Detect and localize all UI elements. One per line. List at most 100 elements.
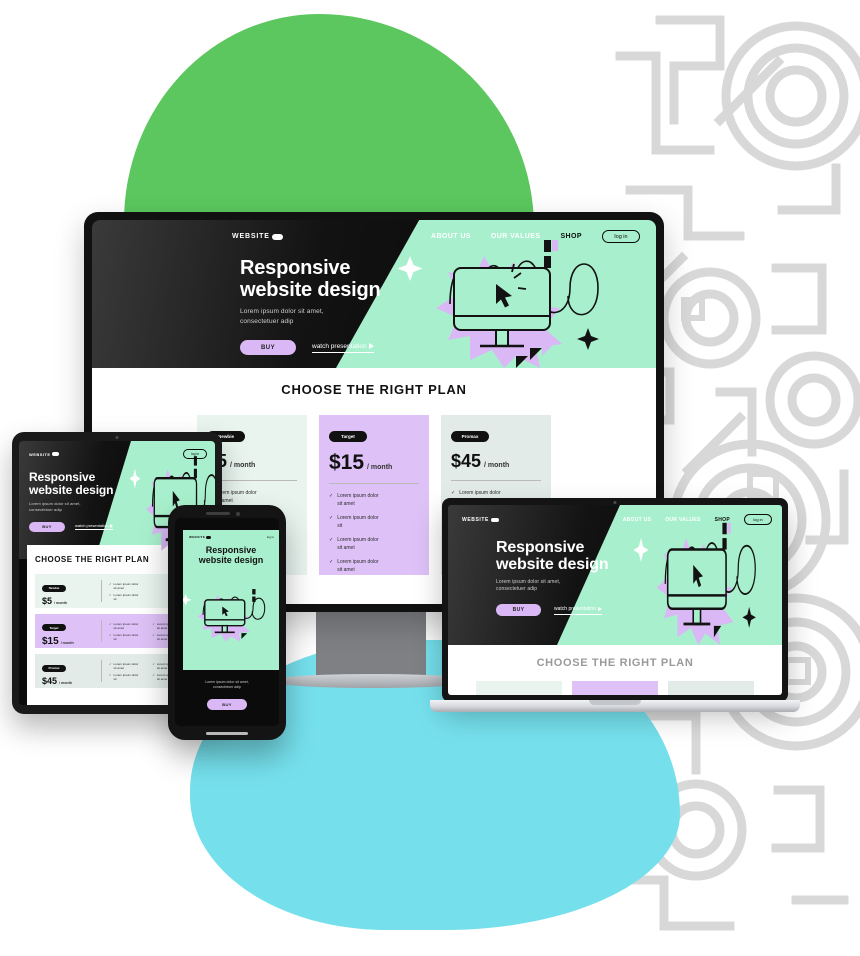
nav-item-shop[interactable]: SHOP [715, 517, 730, 523]
hero-cta-row: BUY watch presentation [29, 521, 154, 532]
plan-feature: ✓ Lorem ipsum dolor sit [109, 593, 138, 601]
plan-card-target[interactable]: Target $15 / month ✓ Lorem ipsum dolor si… [319, 415, 429, 575]
nav-item-about-us[interactable]: ABOUT US [431, 233, 471, 240]
plan-badge: Newbie [42, 584, 66, 592]
feature-line-1: Lorem ipsum dolor [337, 493, 379, 499]
phone-home-indicator[interactable] [206, 731, 248, 735]
feature-line-2: sit amet [156, 665, 168, 670]
login-link[interactable]: log in [267, 535, 274, 539]
check-icon: ✓ [152, 672, 155, 677]
watch-presentation-link[interactable]: watch presentation [554, 606, 602, 615]
plan-badge: Promax [42, 664, 66, 672]
buy-button[interactable]: BUY [240, 340, 296, 356]
divider [329, 483, 419, 484]
brand-label: WEBSITE [232, 233, 270, 240]
feature-line-1: Lorem ipsum dolor [113, 632, 139, 637]
watch-presentation-label: watch presentation [554, 605, 596, 612]
phone-camera-icon [236, 512, 240, 516]
plans-heading: CHOOSE THE RIGHT PLAN [281, 382, 467, 397]
nav-item-our-values[interactable]: OUR VALUES [491, 233, 541, 240]
plan-feature: ✓ Lorem ipsum dolorsit [329, 515, 419, 530]
plan-card-newbie[interactable]: Newbie [476, 681, 562, 695]
hero-copy: Responsive website design [183, 545, 279, 566]
hero-title-line-1: Responsive [29, 470, 96, 484]
feature-line-2: sit amet [113, 625, 125, 630]
plan-period: / month [484, 462, 510, 469]
feature-line-2: sit [113, 596, 117, 601]
hero-cta-row: BUY watch presentation [496, 604, 656, 617]
brand-logo: WEBSITE [232, 233, 284, 240]
mockup-stage: WEBSITE ABOUT US OUR VALUES SHOP log in [0, 0, 860, 956]
divider [101, 580, 102, 602]
plan-feature: ✓ Lorem ipsum dolor sit [109, 673, 138, 681]
brand-dots-icon [490, 517, 499, 522]
hero-title-line-2: website design [29, 482, 114, 497]
nav-item-about-us[interactable]: ABOUT US [623, 517, 652, 523]
hero-copy: Responsive website design Lorem ipsum do… [496, 539, 656, 617]
check-icon: ✓ [329, 493, 334, 499]
buy-button[interactable]: BUY [29, 521, 65, 532]
hero-title-line-2: website design [496, 556, 609, 574]
hero-green-panel: WEBSITE log in Responsive website design [183, 530, 279, 670]
hero-title-line-2: website design [198, 554, 264, 565]
feature-line-1: Lorem ipsum dolor [459, 490, 501, 496]
feature-line-2: sit [113, 636, 117, 641]
plan-badge: Target [42, 624, 66, 631]
feature-line-2: sit amet [337, 566, 355, 573]
hero-subtitle-line-2: consectetuer adip [213, 684, 241, 689]
hero-subtitle-line-2: consectetuer adip [240, 317, 294, 325]
watch-presentation-link[interactable]: watch presentation [312, 343, 375, 353]
nav-item-our-values[interactable]: OUR VALUES [665, 517, 700, 523]
device-laptop: WEBSITE ABOUT US OUR VALUES SHOP log in [430, 498, 800, 726]
play-triangle-icon [110, 523, 114, 528]
feature-line-2: sit amet [337, 544, 355, 551]
feature-line-1: Lorem ipsum dolor [113, 592, 139, 597]
plan-period: / month [230, 462, 256, 469]
plan-card-target[interactable]: Target [572, 681, 658, 695]
nav-links: ABOUT US OUR VALUES SHOP log in [623, 514, 772, 525]
hero-section: WEBSITE ABOUT US OUR VALUES SHOP log in [92, 220, 656, 368]
hero-subtitle-line-1: Lorem ipsum dolor sit amet, [496, 578, 561, 585]
plan-period: / month [367, 464, 393, 471]
watch-presentation-link[interactable]: watch presentation [75, 523, 114, 530]
plan-feature: ✓ Lorem ipsum dolorsit amet [329, 537, 419, 552]
login-button[interactable]: log in [183, 449, 207, 459]
site-nav: WEBSITE log in [189, 535, 274, 539]
check-icon: ✓ [451, 490, 456, 496]
check-icon: ✓ [109, 592, 112, 597]
phone-bezel: WEBSITE log in Responsive website design [168, 505, 286, 740]
phone-screen: WEBSITE log in Responsive website design [175, 518, 279, 726]
brand-logo: WEBSITE [462, 517, 499, 523]
phone-speaker-icon [206, 512, 230, 515]
feature-line-2: sit amet [156, 625, 168, 630]
hero-subtitle-line-2: consectetuer adip [496, 585, 538, 592]
buy-button[interactable]: BUY [496, 604, 541, 617]
buy-button[interactable]: BUY [207, 698, 247, 710]
feature-line-1: Lorem ipsum dolor [113, 672, 139, 677]
plan-badge: Target [329, 431, 367, 442]
check-icon: ✓ [329, 515, 334, 521]
plan-card-promax[interactable]: Promax [668, 681, 754, 695]
nav-links: ABOUT US OUR VALUES SHOP log in [431, 230, 640, 243]
plan-price: $45 [42, 676, 58, 686]
login-button[interactable]: log in [744, 514, 772, 525]
laptop-base-notch [589, 700, 641, 705]
plan-price: $45 [451, 451, 482, 471]
plan-period: / month [54, 601, 67, 605]
divider [451, 480, 541, 481]
brand-dots-icon [51, 452, 59, 456]
plan-feature: ✓ Lorem ipsum dolorsit amet [329, 493, 419, 508]
brand-dots-icon [206, 535, 212, 539]
feature-line-2: sit [337, 522, 343, 529]
plan-price: $15 [329, 451, 365, 474]
plan-price: $15 [42, 635, 59, 647]
login-button[interactable]: log in [602, 230, 640, 243]
nav-item-shop[interactable]: SHOP [560, 233, 582, 240]
plans-section: CHOOSE THE RIGHT PLAN Newbie Target Prom… [448, 645, 782, 695]
feature-line-1: Lorem ipsum dolor [337, 537, 379, 543]
hero-title-line-1: Responsive [496, 539, 585, 556]
plan-feature: ✓Lorem ipsum dolorsit amet [109, 622, 138, 630]
plan-badge: Promax [451, 431, 489, 442]
check-icon: ✓ [109, 621, 112, 626]
laptop-camera-icon [613, 501, 617, 504]
